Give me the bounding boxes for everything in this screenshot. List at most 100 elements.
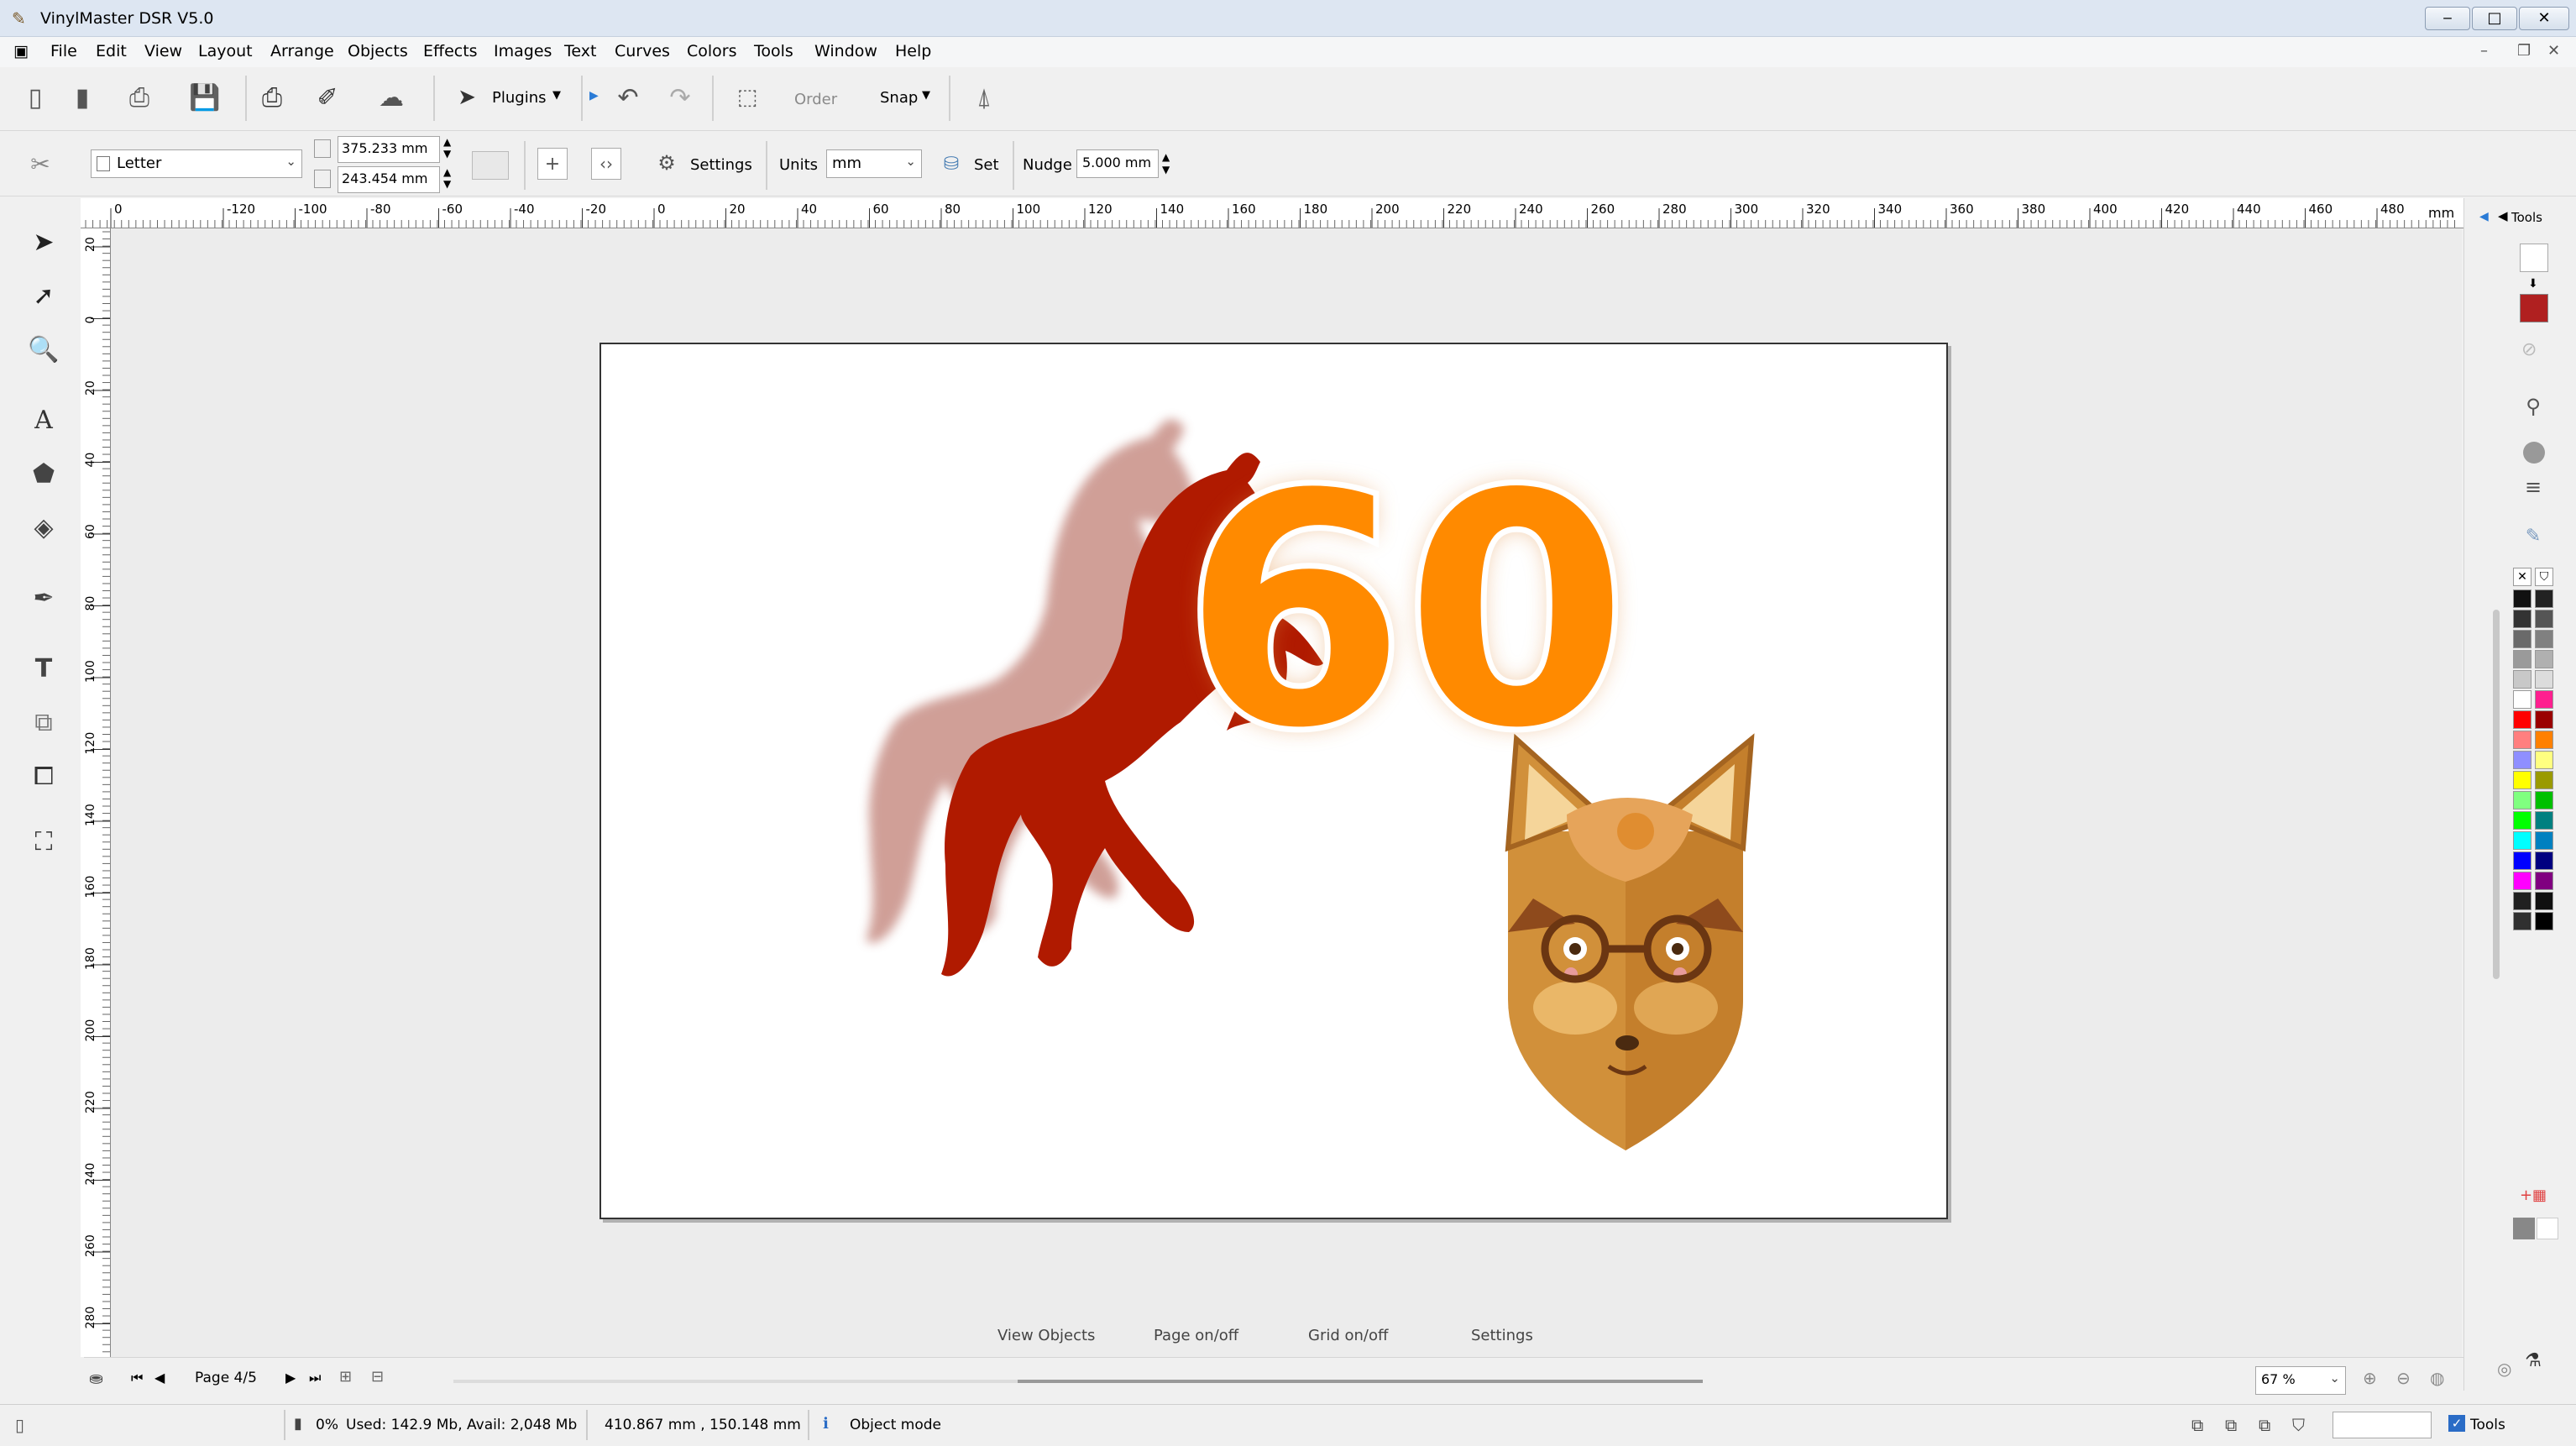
color-swatch[interactable]: [2513, 851, 2531, 870]
color-swatch[interactable]: [2513, 811, 2531, 830]
menu-objects[interactable]: Objects: [348, 42, 408, 60]
snap-dropdown-icon[interactable]: ▼: [922, 89, 930, 102]
menu-window[interactable]: Window: [814, 42, 877, 60]
color-swatch[interactable]: [2513, 650, 2531, 668]
doc-close-icon[interactable]: ✕: [2547, 42, 2560, 60]
doc-minimize-icon[interactable]: –: [2480, 42, 2488, 60]
color-swatch[interactable]: [2513, 610, 2531, 628]
plugins-dropdown-icon[interactable]: ▼: [552, 89, 561, 102]
fill-color-swatch[interactable]: [2520, 294, 2548, 322]
page-manager-icon[interactable]: ⛂: [89, 1368, 103, 1388]
height-field[interactable]: 243.454 mm: [338, 166, 440, 193]
snap-button[interactable]: Snap: [880, 89, 918, 107]
grid-toggle-link[interactable]: Grid on/off: [1308, 1327, 1388, 1344]
envelope-tool-icon[interactable]: ⧉: [25, 704, 62, 741]
color-swatch[interactable]: [2513, 670, 2531, 689]
menu-effects[interactable]: Effects: [423, 42, 478, 60]
select-tools-icon[interactable]: ⬚: [724, 79, 771, 116]
type-tool-icon[interactable]: T: [25, 650, 62, 687]
color-swatch[interactable]: [2513, 589, 2531, 608]
color-swatch[interactable]: [2535, 630, 2553, 648]
color-swatch[interactable]: [2535, 912, 2553, 930]
units-set-icon[interactable]: ⛁: [937, 148, 966, 180]
fox-face-illustration[interactable]: [1505, 733, 1755, 1150]
pen-tool-icon[interactable]: ✒: [25, 579, 62, 616]
color-swatch[interactable]: [2513, 690, 2531, 709]
weed-tools-icon[interactable]: ✂: [15, 144, 65, 183]
menu-arrange[interactable]: Arrange: [270, 42, 334, 60]
page-toggle-link[interactable]: Page on/off: [1154, 1327, 1238, 1344]
minimize-button[interactable]: ‒: [2425, 7, 2470, 30]
number-artwork[interactable]: 60 60: [1178, 420, 1634, 804]
no-outline-swatch[interactable]: ⛉: [2535, 568, 2553, 586]
page-size-select[interactable]: Letter ⌄: [91, 149, 302, 178]
zoom-fit-icon[interactable]: ◍: [2430, 1368, 2444, 1388]
prev-page-icon[interactable]: ◀: [154, 1370, 165, 1386]
shape-tool-icon[interactable]: ⬟: [25, 455, 62, 492]
menu-curves[interactable]: Curves: [615, 42, 670, 60]
print-icon[interactable]: ⎙: [254, 79, 291, 116]
view-objects-link[interactable]: View Objects: [997, 1327, 1095, 1344]
vertical-ruler[interactable]: 20 0 20 40 60 80 100 120 140 160 180 200 220 240 260 28…: [81, 228, 111, 1357]
open-document-icon[interactable]: ▮: [64, 79, 101, 116]
filter-icon[interactable]: ⛉: [2292, 1415, 2305, 1435]
add-page-icon[interactable]: ⊞: [339, 1368, 352, 1386]
plugins-icon[interactable]: ➤: [450, 79, 484, 116]
next-page-icon[interactable]: ▶: [285, 1370, 296, 1386]
color-swatch[interactable]: [2535, 751, 2553, 769]
registration-icon[interactable]: ⍋: [961, 79, 1008, 116]
add-page-icon[interactable]: +: [537, 148, 568, 180]
design-page[interactable]: 60 60: [599, 343, 1948, 1219]
color-swatch[interactable]: [2513, 872, 2531, 890]
color-swatch[interactable]: [2535, 670, 2553, 689]
redo-icon[interactable]: ↷: [662, 79, 699, 116]
menu-view[interactable]: View: [144, 42, 182, 60]
tools-checkbox[interactable]: ✓: [2448, 1415, 2465, 1432]
color-swatch[interactable]: [2513, 751, 2531, 769]
document-icon[interactable]: ▣: [13, 42, 29, 60]
gray-swatch[interactable]: [2513, 1218, 2535, 1239]
width-spinner[interactable]: ▲ ▼: [443, 136, 451, 160]
menu-text[interactable]: Text: [564, 42, 596, 60]
color-swatch[interactable]: [2513, 892, 2531, 910]
zoom-select[interactable]: 67 % ⌄: [2255, 1366, 2346, 1395]
color-swatch[interactable]: [2513, 912, 2531, 930]
settings-link[interactable]: Settings: [1471, 1327, 1533, 1344]
color-swatch[interactable]: [2535, 610, 2553, 628]
order-button[interactable]: Order: [794, 91, 837, 108]
color-picker-icon[interactable]: ⚗: [2516, 1344, 2550, 1377]
circle-swatch-icon[interactable]: [2523, 442, 2545, 464]
pencil-icon[interactable]: ✎: [2516, 519, 2550, 553]
nudge-spinner[interactable]: ▲ ▼: [1162, 151, 1170, 176]
cut-plot-icon[interactable]: ✐: [302, 79, 353, 116]
menu-colors[interactable]: Colors: [687, 42, 737, 60]
swap-colors-icon[interactable]: ⬇: [2528, 277, 2538, 291]
close-button[interactable]: ✕: [2519, 7, 2569, 30]
group-icon[interactable]: ⧉: [2225, 1415, 2237, 1435]
text-tool-icon[interactable]: A: [25, 401, 62, 438]
collapse-panel-icon[interactable]: ◀: [2479, 210, 2489, 223]
height-spinner[interactable]: ▲ ▼: [443, 166, 451, 190]
color-swatch[interactable]: [2535, 831, 2553, 850]
color-swatch[interactable]: [2513, 630, 2531, 648]
color-swatch[interactable]: [2535, 589, 2553, 608]
color-swatch[interactable]: [2513, 710, 2531, 729]
lines-icon[interactable]: ≡: [2516, 470, 2550, 504]
color-swatch[interactable]: [2513, 771, 2531, 789]
no-fill-swatch[interactable]: ✕: [2513, 568, 2531, 586]
zoom-page-icon[interactable]: ◎: [2497, 1359, 2511, 1379]
color-swatch[interactable]: [2535, 710, 2553, 729]
color-swatch[interactable]: [2513, 791, 2531, 809]
color-swatch[interactable]: [2513, 831, 2531, 850]
color-swatch[interactable]: [2535, 731, 2553, 749]
color-swatch[interactable]: [2535, 771, 2553, 789]
menu-images[interactable]: Images: [494, 42, 552, 60]
artwork[interactable]: 60 60: [601, 344, 1946, 1218]
export-icon[interactable]: ☁: [366, 79, 416, 116]
menu-edit[interactable]: Edit: [96, 42, 127, 60]
status-input[interactable]: [2333, 1412, 2432, 1438]
tools-tab-arrow-icon[interactable]: ◀: [2498, 208, 2508, 223]
last-page-icon[interactable]: ⏭: [309, 1370, 321, 1386]
fill-bucket-tool-icon[interactable]: ⛶: [25, 823, 62, 860]
color-swatch[interactable]: [2535, 650, 2553, 668]
